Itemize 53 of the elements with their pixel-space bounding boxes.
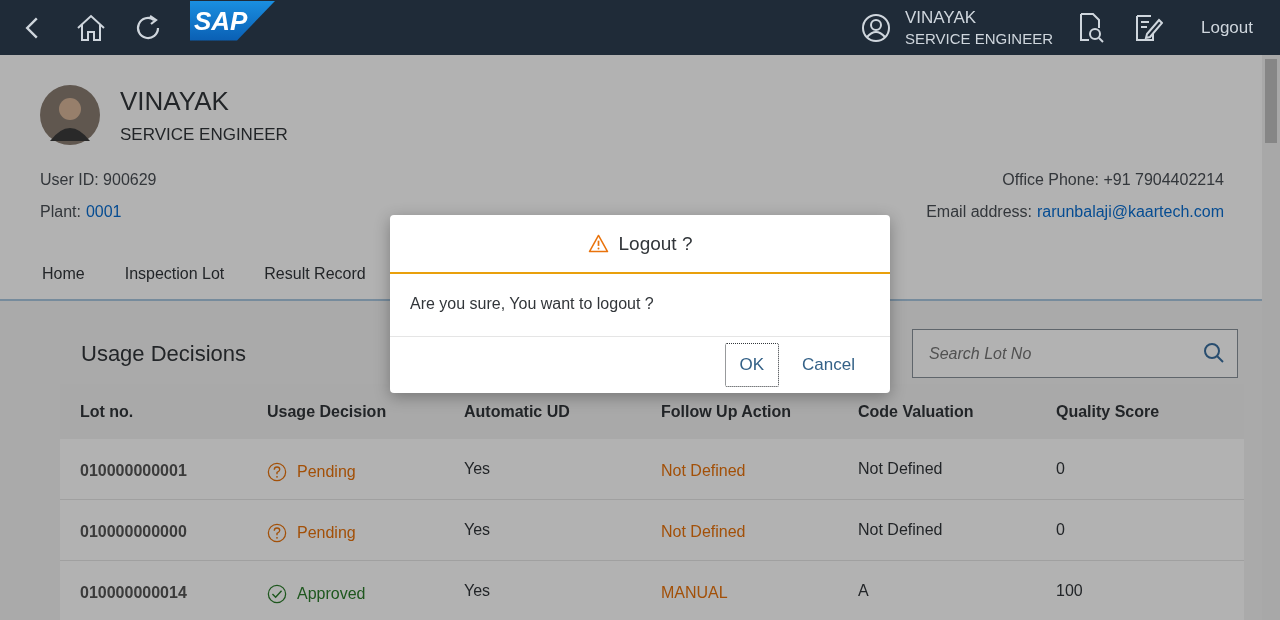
nav-tab[interactable]: Home xyxy=(42,265,85,283)
status-text: Approved xyxy=(297,585,366,603)
table-cell-text: 0 xyxy=(1056,460,1066,478)
plant-link[interactable]: 0001 xyxy=(85,203,122,221)
logo[interactable]: SAP xyxy=(190,0,276,41)
profile-role: SERVICE ENGINEER xyxy=(120,124,288,145)
column-header: Quality Score xyxy=(1056,402,1161,421)
table-cell-text: Not Defined xyxy=(661,462,747,480)
nav-tab[interactable]: Result Record xyxy=(264,265,366,283)
home-icon[interactable] xyxy=(76,13,106,42)
check-icon xyxy=(267,584,287,604)
dialog-message: Are you sure, You want to logout ? xyxy=(390,274,890,337)
user-role: SERVICE ENGINEER xyxy=(904,30,1053,47)
nav-tab[interactable]: Inspection Lot xyxy=(124,265,225,283)
logout-button[interactable]: Logout xyxy=(1201,17,1253,38)
table-cell-text: 010000000000 xyxy=(80,523,188,541)
user-id-text: User ID: 900629 xyxy=(40,171,157,189)
column-header: Automatic UD xyxy=(464,402,571,421)
table-cell-text: Not Defined xyxy=(858,460,944,478)
table-cell-text: Not Defined xyxy=(858,521,944,539)
column-header: Lot no. xyxy=(80,402,135,421)
profile-name: VINAYAK xyxy=(120,85,230,117)
search-field[interactable]: Search Lot No xyxy=(912,329,1238,378)
table-cell-text: MANUAL xyxy=(661,584,729,602)
email-label: Email address: xyxy=(926,203,1032,221)
table-cell-text: A xyxy=(858,582,870,600)
avatar xyxy=(40,85,100,145)
user-icon[interactable] xyxy=(860,12,891,43)
email-link[interactable]: rarunbalaji@kaartech.com xyxy=(1037,203,1224,221)
table-cell-text: 100 xyxy=(1056,582,1084,600)
table-cell-text: Not Defined xyxy=(661,523,747,541)
status-text: Pending xyxy=(297,524,356,542)
column-header: Usage Decision xyxy=(267,402,388,421)
table-cell-text: 0 xyxy=(1056,521,1066,539)
phone-text: Office Phone: +91 7904402214 xyxy=(1002,171,1224,189)
plant-label: Plant: xyxy=(40,203,81,221)
table-cell-text: Yes xyxy=(464,460,492,478)
question-icon xyxy=(267,462,287,482)
question-icon xyxy=(267,523,287,543)
table-cell-text: Yes xyxy=(464,521,492,539)
table-cell-text: Yes xyxy=(464,582,492,600)
warning-icon xyxy=(587,234,609,253)
user-name: VINAYAK xyxy=(904,8,978,28)
status-text: Pending xyxy=(297,463,356,481)
table-cell-text: 010000000001 xyxy=(80,462,188,480)
dialog-title: Logout ? xyxy=(618,232,693,255)
table-cell-text: 010000000014 xyxy=(80,584,188,602)
search-icon[interactable] xyxy=(1203,342,1225,364)
column-header: Code Valuation xyxy=(858,402,975,421)
refresh-icon[interactable] xyxy=(134,13,162,42)
section-title: Usage Decisions xyxy=(81,340,247,367)
column-header: Follow Up Action xyxy=(661,402,793,421)
cancel-button[interactable]: Cancel xyxy=(787,343,870,387)
